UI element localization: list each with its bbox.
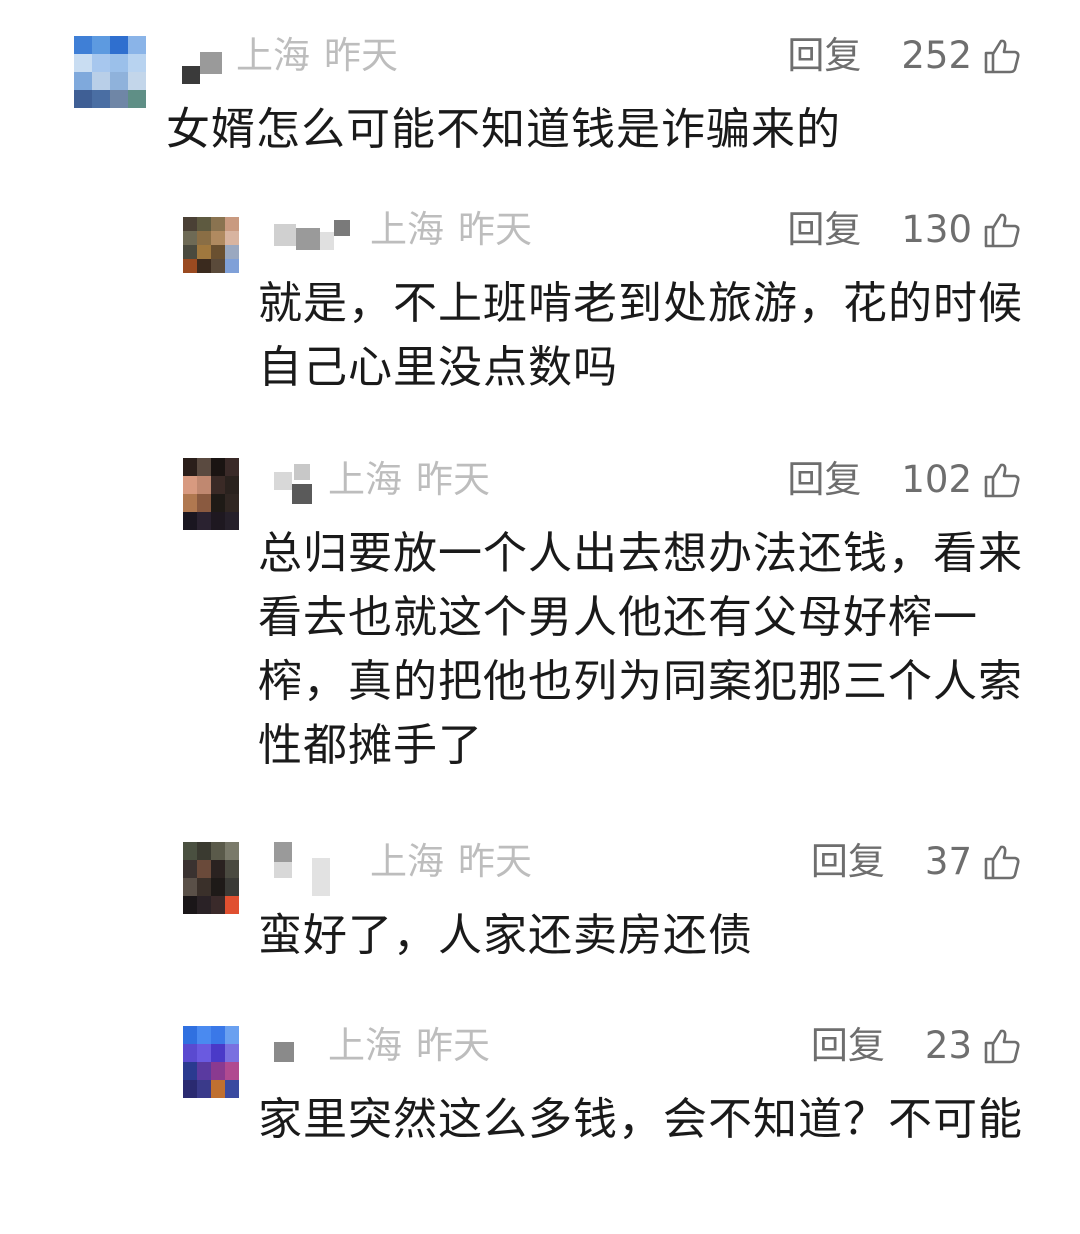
comment-5: 上海 昨天 回复 23 家里突然这么多钱，会不知道？不可能	[0, 0, 1080, 1234]
comment-actions: 回复 23	[811, 1024, 1022, 1068]
avatar[interactable]	[183, 1026, 239, 1098]
location: 上海	[328, 1024, 402, 1067]
reply-button[interactable]: 回复	[811, 1024, 885, 1068]
comment-meta: 上海 昨天	[328, 1024, 504, 1068]
comment-text: 家里突然这么多钱，会不知道？不可能	[258, 1094, 1023, 1145]
username-mosaic[interactable]	[274, 1040, 298, 1064]
thumbs-up-icon[interactable]	[982, 1026, 1022, 1066]
like-count: 23	[924, 1024, 972, 1067]
timestamp: 昨天	[416, 1024, 490, 1067]
